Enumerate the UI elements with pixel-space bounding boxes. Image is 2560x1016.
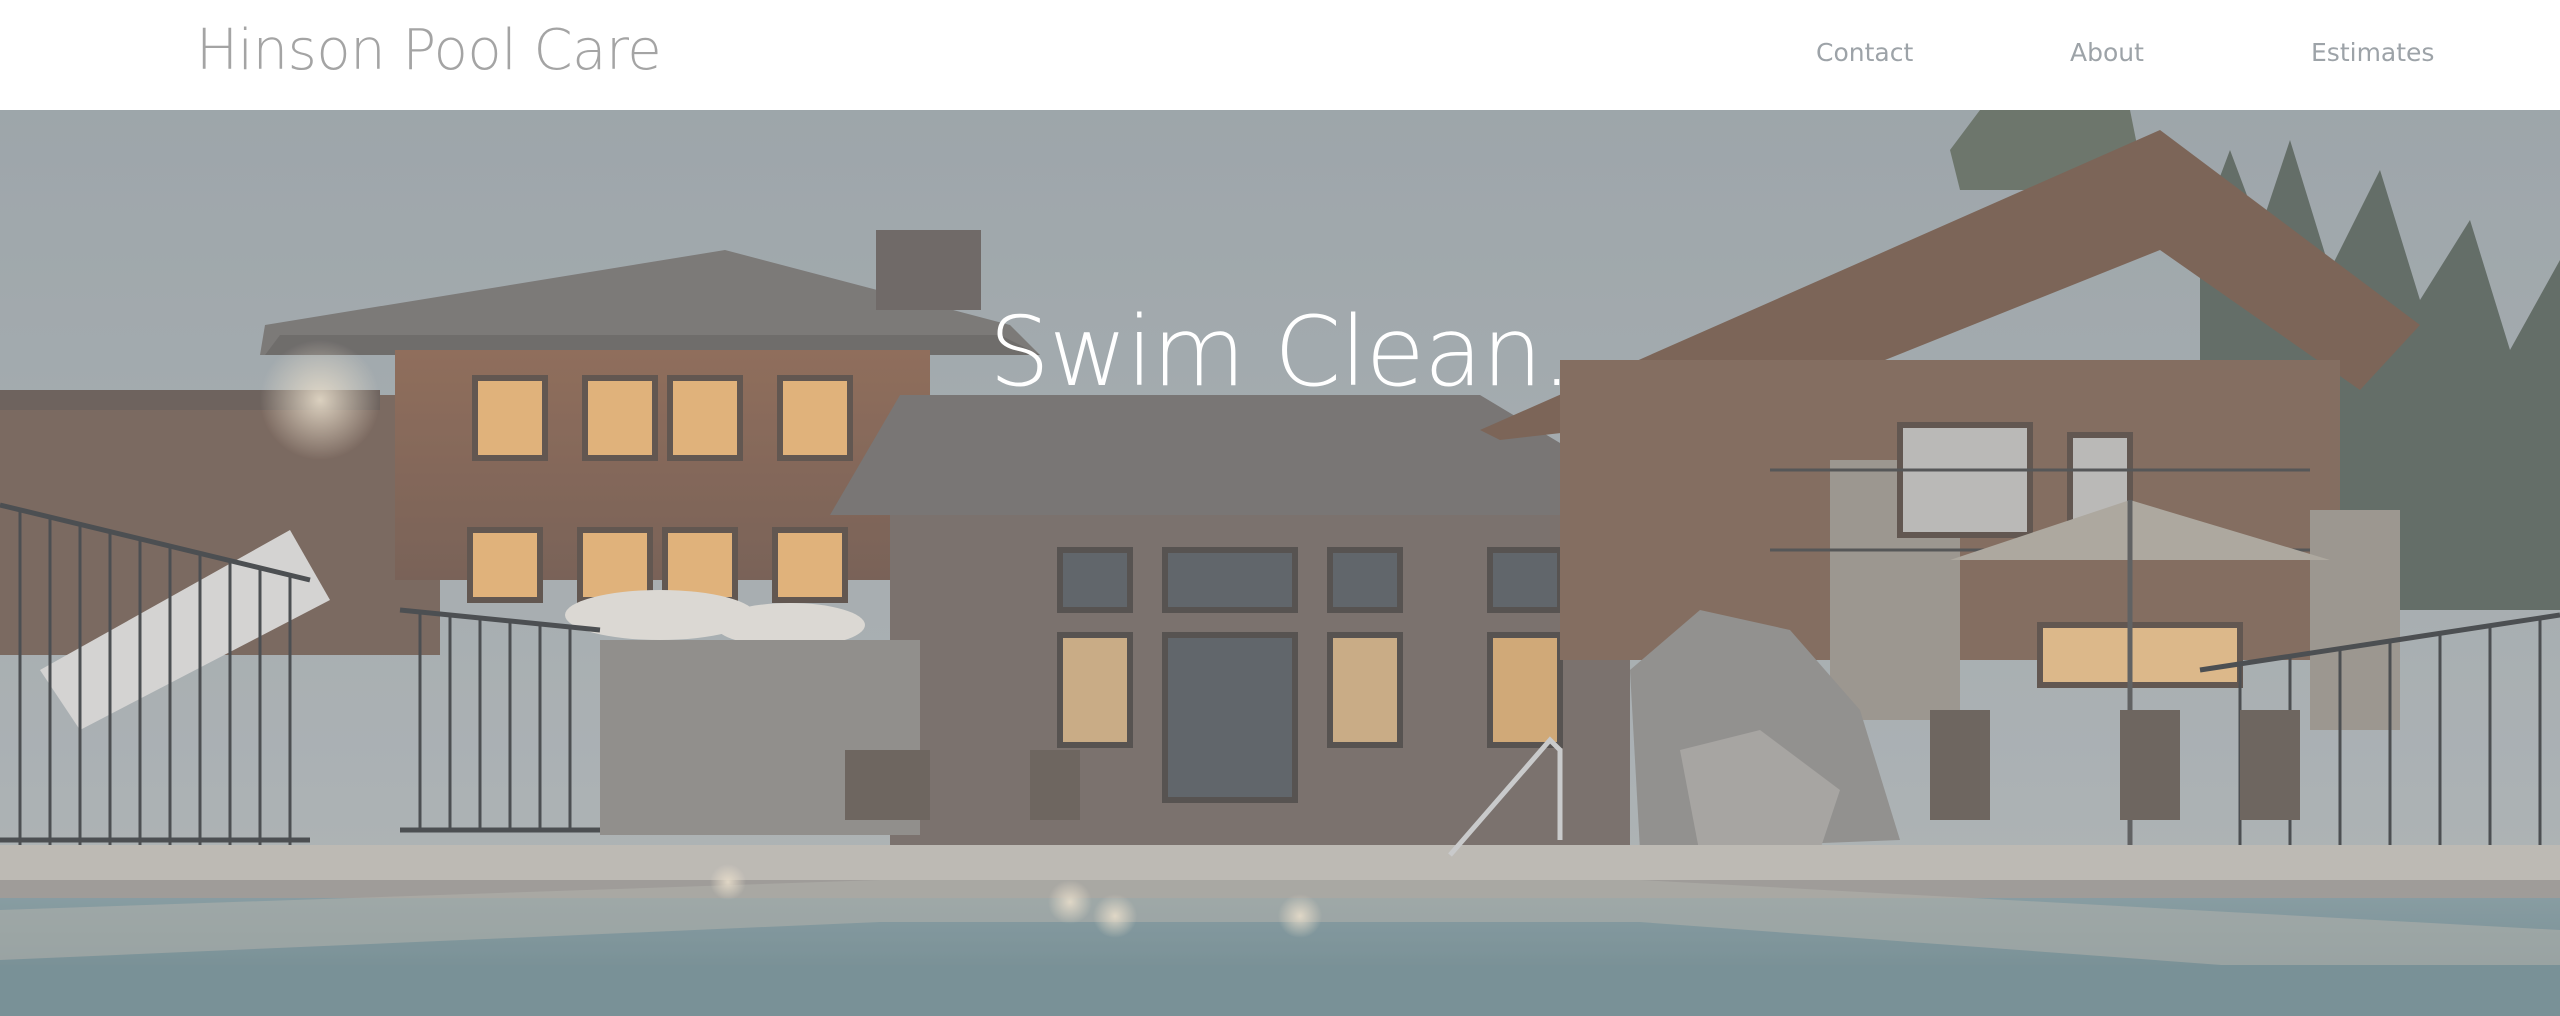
hero-title: Swim Clean. [988,296,1572,408]
hero-banner: Swim Clean. [0,110,2560,1016]
nav-link-estimates[interactable]: Estimates [2311,38,2434,67]
hero-overlay [0,110,2560,1016]
nav-link-contact[interactable]: Contact [1816,38,1913,67]
site-logo[interactable]: Hinson Pool Care [196,18,662,83]
nav-link-about[interactable]: About [2070,38,2144,67]
site-header: Hinson Pool Care Contact About Estimates [0,0,2560,110]
